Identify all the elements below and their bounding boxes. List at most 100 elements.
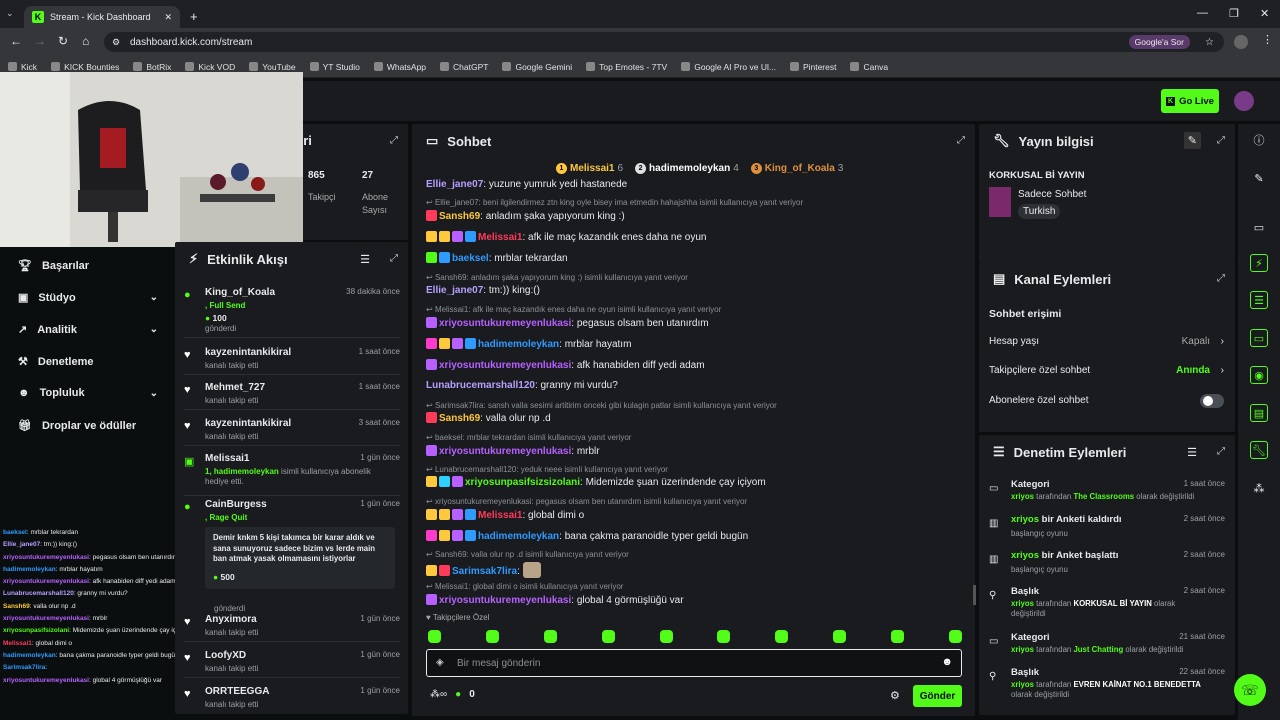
emote-icon[interactable] xyxy=(485,630,499,643)
bookmark-item[interactable]: Canva xyxy=(850,62,888,72)
activity-username[interactable]: kayzenintankikiral xyxy=(205,347,291,358)
chat-username[interactable]: Melissai1 xyxy=(478,510,522,521)
card-icon[interactable]: ▭ xyxy=(1250,218,1268,236)
chat-username[interactable]: Ellie_jane07 xyxy=(426,285,483,296)
emoji-icon[interactable]: ☻ xyxy=(941,656,953,668)
user-avatar[interactable] xyxy=(1234,91,1254,111)
emote-icon[interactable] xyxy=(543,630,557,643)
popout-icon[interactable]: ⤢ xyxy=(1217,446,1225,457)
chat-username[interactable]: Ellie_jane07 xyxy=(426,179,483,190)
channel-rail-icon[interactable]: ▤ xyxy=(1250,404,1268,422)
sidebar-item-analytics[interactable]: ↗ Analitik ⌄ xyxy=(18,323,158,337)
chat-username[interactable]: xriyosuntukuremeyenlukasi xyxy=(439,318,571,329)
google-ask-button[interactable]: Google'a Sor xyxy=(1128,35,1190,49)
edit-pencil-icon[interactable]: ✎ xyxy=(1183,132,1201,149)
activity-username[interactable]: King_of_Koala xyxy=(205,287,275,298)
popout-icon[interactable]: ⤢ xyxy=(1217,273,1225,284)
bolt-rail-icon[interactable]: ⚡︎ xyxy=(1250,254,1268,272)
chat-username[interactable]: xriyosunpasifsizsizolani xyxy=(465,477,580,488)
info-icon[interactable]: ⓘ xyxy=(1250,131,1268,149)
activity-username[interactable]: Melissai1 xyxy=(205,453,249,464)
close-window-icon[interactable]: ✕ xyxy=(1260,7,1269,20)
bookmark-item[interactable]: YouTube xyxy=(249,62,296,72)
filter-icon[interactable]: ☰ xyxy=(1187,446,1197,459)
bookmark-item[interactable]: KICK Bounties xyxy=(51,62,119,72)
top-gifter[interactable]: 2 hadimemoleykan 4 xyxy=(635,163,739,174)
activity-username[interactable]: LoofyXD xyxy=(205,650,246,661)
activity-username[interactable]: ORRTEEGGA xyxy=(205,686,269,697)
bookmark-item[interactable]: YT Studio xyxy=(309,62,360,72)
emote-icon[interactable] xyxy=(659,630,673,643)
browser-tab[interactable]: K Stream - Kick Dashboard ✕ xyxy=(24,6,180,28)
chat-username[interactable]: hadimemoleykan xyxy=(478,339,559,350)
go-live-button[interactable]: K Go Live xyxy=(1161,89,1219,113)
emote-icon[interactable] xyxy=(775,630,789,643)
wrench-rail-icon[interactable]: 🔧︎ xyxy=(1250,441,1268,459)
bookmark-item[interactable]: Top Emotes - 7TV xyxy=(586,62,667,72)
chat-username[interactable]: Sansh69 xyxy=(439,413,480,424)
tab-list-chevron-icon[interactable]: ⌄ xyxy=(6,8,14,19)
activity-username[interactable]: Anyximora xyxy=(205,614,257,625)
bookmark-item[interactable]: Pinterest xyxy=(789,62,836,72)
chat-username[interactable]: xriyosuntukuremeyenlukasi xyxy=(439,360,571,371)
users-icon[interactable]: ⁂∞ xyxy=(430,689,447,700)
chat-username[interactable]: Sarimsak7lira xyxy=(452,566,517,577)
sidebar-item-drops[interactable]: 🎁︎ Droplar ve ödüller xyxy=(18,419,158,433)
top-gifter[interactable]: 3 King_of_Koala 3 xyxy=(750,163,843,174)
settings-gear-icon[interactable]: ⚙ xyxy=(890,689,900,702)
bookmark-item[interactable]: BotRix xyxy=(133,62,171,72)
chat-username[interactable]: baeksel xyxy=(452,253,489,264)
forward-icon[interactable]: → xyxy=(34,34,46,48)
bookmark-item[interactable]: Google AI Pro ve Ul... xyxy=(681,62,776,72)
sidebar-item-achievements[interactable]: 🏆︎ Başarılar xyxy=(18,259,158,273)
reload-icon[interactable]: ↻ xyxy=(58,34,68,48)
bookmark-item[interactable]: ChatGPT xyxy=(440,62,488,72)
emote-icon[interactable] xyxy=(428,630,441,643)
sidebar-item-studio[interactable]: ▣ Stüdyo ⌄ xyxy=(18,291,158,305)
filter-icon[interactable]: ☰ xyxy=(360,253,370,266)
popout-icon[interactable]: ⤢ xyxy=(1217,135,1225,146)
back-icon[interactable]: ← xyxy=(10,34,22,48)
restore-icon[interactable]: ❐ xyxy=(1229,7,1239,20)
emote-icon[interactable] xyxy=(601,630,615,643)
new-tab-icon[interactable]: + xyxy=(190,9,198,24)
profile-avatar[interactable] xyxy=(1234,35,1248,49)
activity-username[interactable]: kayzenintankikiral xyxy=(205,418,291,429)
emote-icon[interactable] xyxy=(833,630,847,643)
emote-icon[interactable] xyxy=(891,630,904,643)
minimize-icon[interactable]: — xyxy=(1197,7,1208,19)
chat-username[interactable]: xriyosuntukuremeyenlukasi xyxy=(439,446,571,457)
account-age-row[interactable]: Hesap yaşı Kapalı › xyxy=(989,336,1224,347)
activity-username[interactable]: CainBurgess xyxy=(205,499,267,510)
chat-username[interactable]: Sansh69 xyxy=(439,211,480,222)
menu-dots-icon[interactable]: ⋮ xyxy=(1262,33,1273,46)
add-widget-icon[interactable]: ⁂ xyxy=(1250,479,1268,497)
pencil-icon[interactable]: ✎ xyxy=(1250,169,1268,187)
chat-input[interactable]: ◈ Bir mesaj gönderin ☻ xyxy=(426,649,962,677)
chat-username[interactable]: Lunabrucemarshall120 xyxy=(426,380,535,391)
bookmark-star-icon[interactable]: ☆ xyxy=(1205,37,1214,48)
broadcast-rail-icon[interactable]: ◉ xyxy=(1250,366,1268,384)
emote-icon[interactable] xyxy=(948,630,962,643)
list-rail-icon[interactable]: ☰ xyxy=(1250,291,1268,309)
sidebar-item-moderation[interactable]: ⚒ Denetleme xyxy=(18,355,158,369)
support-chat-button[interactable]: ☏ xyxy=(1234,674,1266,706)
chat-username[interactable]: xriyosuntukuremeyenlukasi xyxy=(439,595,571,606)
site-info-icon[interactable]: ⚙ xyxy=(112,37,120,48)
bookmark-item[interactable]: Kick VOD xyxy=(185,62,235,72)
bookmark-item[interactable]: Google Gemini xyxy=(502,62,572,72)
scrollbar[interactable] xyxy=(973,585,976,605)
popout-icon[interactable]: ⤢ xyxy=(390,135,398,146)
address-bar[interactable]: ⚙ dashboard.kick.com/stream Google'a Sor… xyxy=(104,32,1224,52)
top-gifter[interactable]: 1 Melissai1 6 xyxy=(556,163,623,174)
chat-rail-icon[interactable]: ▭ xyxy=(1250,329,1268,347)
close-tab-icon[interactable]: ✕ xyxy=(164,12,172,23)
chat-username[interactable]: Melissai1 xyxy=(478,232,522,243)
sidebar-item-community[interactable]: ☻ Topluluk ⌄ xyxy=(18,387,158,399)
bookmark-item[interactable]: WhatsApp xyxy=(373,62,426,72)
send-button[interactable]: Gönder xyxy=(913,685,962,707)
bookmark-item[interactable]: Kick xyxy=(8,62,37,72)
popout-icon[interactable]: ⤢ xyxy=(957,135,965,146)
home-icon[interactable]: ⌂ xyxy=(82,34,89,48)
followers-only-row[interactable]: Takipçilere özel sohbet Anında › xyxy=(989,365,1224,376)
